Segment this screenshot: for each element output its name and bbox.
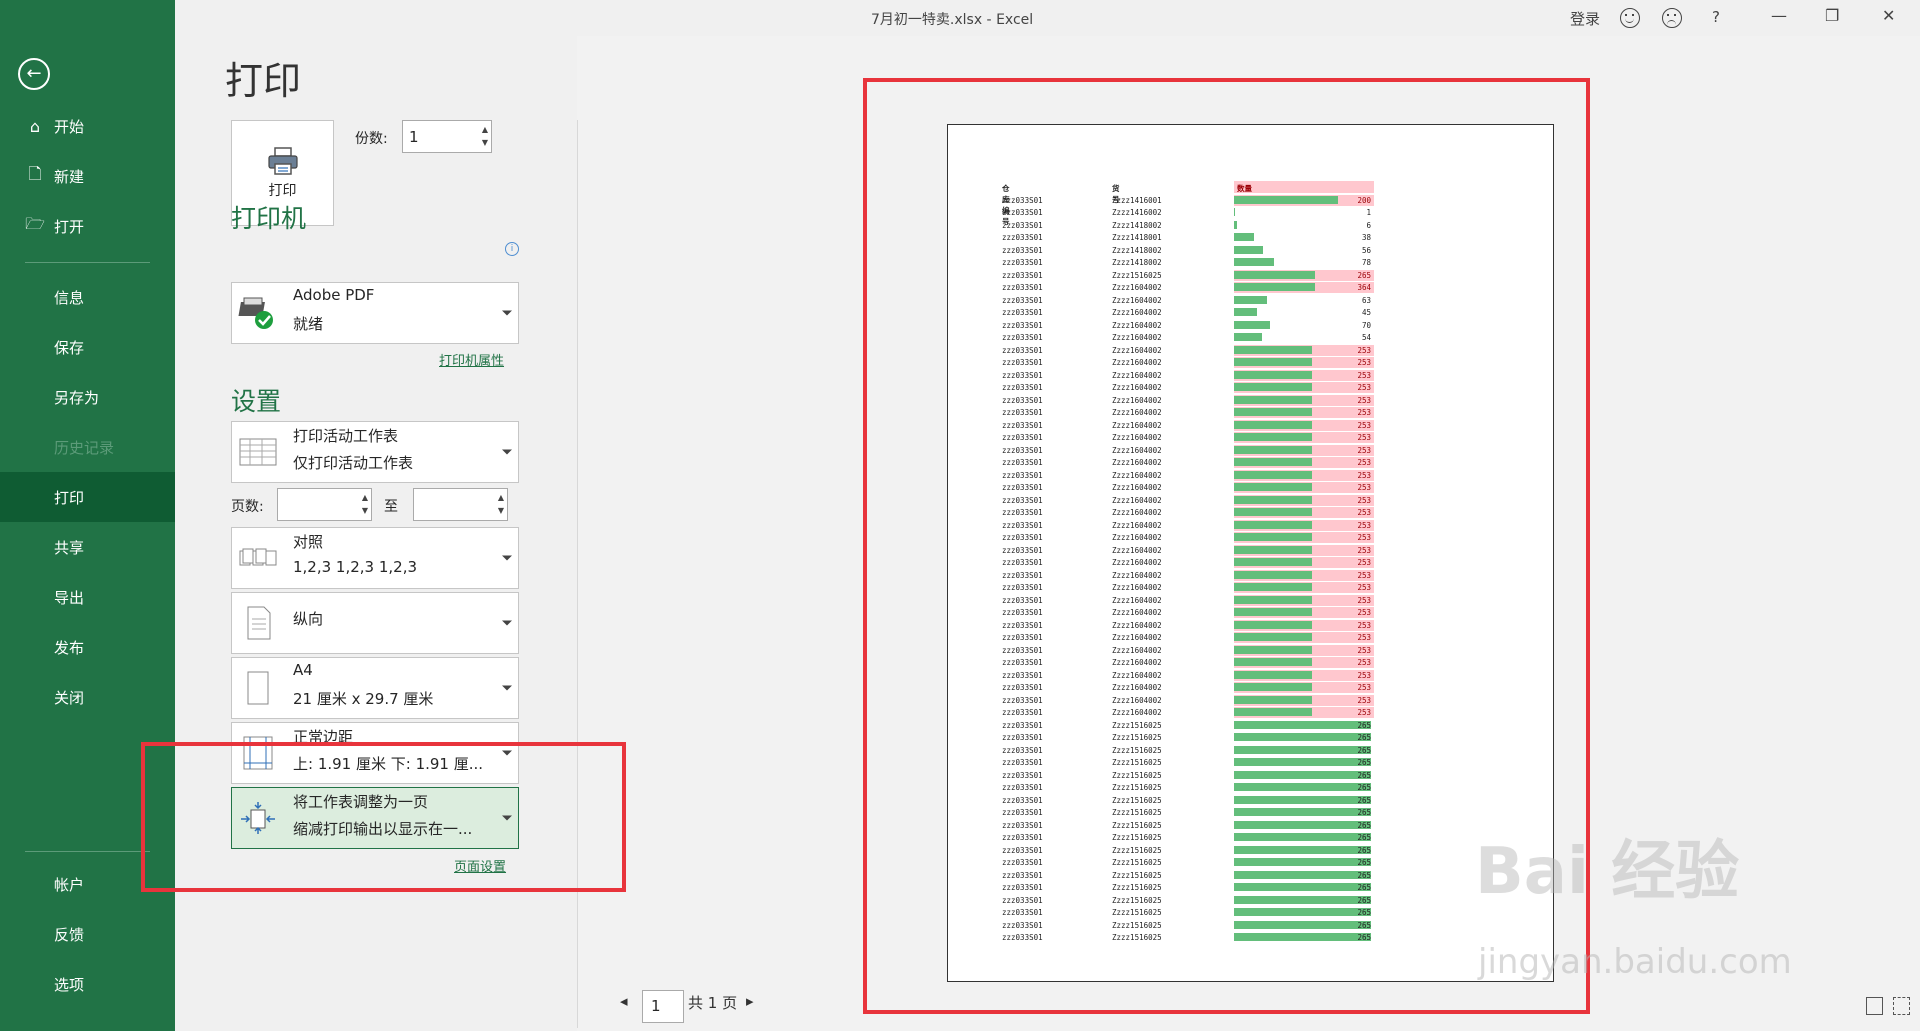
copies-stepper[interactable]: 1 ▲ ▼ [402,120,492,153]
copies-value: 1 [409,127,419,146]
collate-desc: 1,2,3 1,2,3 1,2,3 [293,558,418,576]
nav-divider [25,262,150,263]
signin-link[interactable]: 登录 [1570,8,1600,29]
page-title: 打印 [225,59,302,103]
nav-item-label: 新建 [54,167,85,186]
nav-item-publish[interactable]: 发布 [0,622,175,672]
chevron-down-icon [502,310,512,316]
pages-to-stepper[interactable]: ▲ ▼ [413,488,508,521]
print-what-label: 打印活动工作表 [293,427,399,445]
watermark-logo: Bai 经验 [1475,835,1740,909]
nav-item-label: 导出 [54,588,85,607]
nav-item-label: 共享 [54,538,85,557]
total-pages-label: 共 1 页 [688,994,738,1012]
back-arrow-icon[interactable]: ← [18,58,50,90]
nav-item-print[interactable]: 打印 [0,472,175,522]
nav-item-label: 开始 [54,117,85,136]
pages-to-label: 至 [384,499,398,515]
nav-item-label: 选项 [54,975,85,994]
chevron-down-icon [502,555,512,561]
nav-divider [25,851,150,852]
orientation-label: 纵向 [293,610,324,628]
print-button-label: 打印 [268,183,297,199]
highlight-box-scaling [141,742,626,892]
nav-item-share[interactable]: 共享 [0,522,175,572]
collate-select[interactable]: 对照 1,2,3 1,2,3 1,2,3 [231,527,519,589]
pages-label: 页数: [231,499,264,515]
printer-name: Adobe PDF [293,286,375,304]
stepper-up-icon[interactable]: ▲ [482,126,488,134]
show-margins-icon[interactable] [1866,997,1883,1015]
watermark-url: jingyan.baidu.com [1478,942,1792,982]
chevron-down-icon [502,685,512,691]
paper-size-desc: 21 厘米 x 29.7 厘米 [293,690,434,708]
paper-size-label: A4 [293,661,313,679]
print-what-select[interactable]: 打印活动工作表 仅打印活动工作表 [231,421,519,483]
frown-feedback-icon[interactable] [1662,8,1682,28]
home-icon: ⌂ [29,116,41,136]
zoom-to-page-icon[interactable] [1893,997,1910,1015]
info-icon[interactable]: i [505,242,519,256]
nav-item-label: 关闭 [54,688,85,707]
smile-feedback-icon[interactable] [1620,8,1640,28]
stepper-up-icon[interactable]: ▲ [498,494,504,502]
nav-item-info[interactable]: 信息 [0,272,175,322]
printer-ready-icon [238,297,273,329]
nav-item-label: 历史记录 [54,438,115,457]
paper-size-icon [247,671,269,705]
nav-item-label: 打印 [54,488,85,507]
new-file-icon: 🗋 [28,163,42,183]
pages-from-stepper[interactable]: ▲ ▼ [277,488,372,521]
printer-select[interactable]: Adobe PDF 就绪 [231,282,519,344]
collate-icon [239,548,277,566]
settings-heading: 设置 [231,387,282,416]
document-title: 7月初一特卖.xlsx - Excel [871,12,1034,28]
nav-item-label: 另存为 [54,388,100,407]
nav-item-save[interactable]: 保存 [0,322,175,372]
open-folder-icon: 🗁 [25,213,45,233]
nav-item-open[interactable]: 🗁 打开 [0,201,175,251]
nav-item-label: 反馈 [54,925,85,944]
nav-item-label: 信息 [54,288,85,307]
paper-size-select[interactable]: A4 21 厘米 x 29.7 厘米 [231,657,519,719]
restore-icon[interactable]: ❐ [1825,6,1839,25]
printer-icon [267,147,298,175]
copies-label: 份数: [355,131,388,147]
printer-status: 就绪 [293,315,324,333]
nav-item-options[interactable]: 选项 [0,959,175,1009]
nav-item-close[interactable]: 关闭 [0,672,175,722]
stepper-down-icon[interactable]: ▼ [498,507,504,515]
nav-item-new[interactable]: 🗋 新建 [0,151,175,201]
collate-label: 对照 [293,533,324,551]
stepper-down-icon[interactable]: ▼ [482,139,488,147]
nav-item-label: 发布 [54,638,85,657]
printer-properties-link[interactable]: 打印机属性 [439,350,504,369]
nav-item-label: 打开 [54,217,85,236]
nav-item-label: 帐户 [54,875,85,894]
prev-page-icon[interactable]: ◂ [620,992,628,1010]
nav-item-home[interactable]: ⌂ 开始 [0,101,175,151]
stepper-up-icon[interactable]: ▲ [362,494,368,502]
close-icon[interactable]: ✕ [1882,6,1895,25]
next-page-icon[interactable]: ▸ [746,992,754,1010]
portrait-page-icon [247,606,271,640]
stepper-down-icon[interactable]: ▼ [362,507,368,515]
print-what-desc: 仅打印活动工作表 [293,454,414,472]
orientation-select[interactable]: 纵向 [231,592,519,654]
worksheet-icon [239,438,277,466]
nav-item-history: 历史记录 [0,422,175,472]
nav-item-label: 保存 [54,338,85,357]
title-bar: 7月初一特卖.xlsx - Excel 登录 ? — ❐ ✕ [175,0,1920,36]
nav-item-feedback[interactable]: 反馈 [0,909,175,959]
help-icon[interactable]: ? [1712,8,1720,26]
page-number-input[interactable]: 1 [642,990,684,1023]
chevron-down-icon [502,620,512,626]
minimize-icon[interactable]: — [1771,6,1787,25]
nav-item-save-as[interactable]: 另存为 [0,372,175,422]
nav-item-export[interactable]: 导出 [0,572,175,622]
printer-heading: 打印机 [231,204,307,233]
chevron-down-icon [502,449,512,455]
